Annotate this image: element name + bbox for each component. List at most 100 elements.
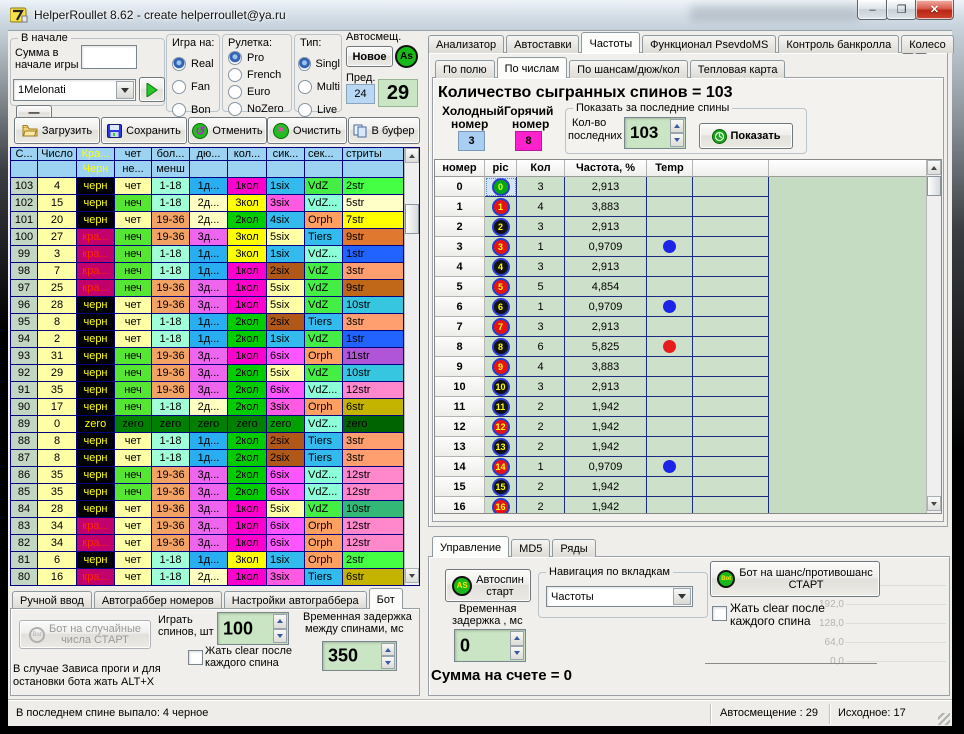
column-header[interactable]: сик... — [267, 148, 305, 161]
scroll-thumb[interactable] — [927, 176, 941, 196]
number-pic-cell[interactable]: 13 — [485, 437, 517, 457]
tab-автоставки[interactable]: Автоставки — [506, 35, 579, 53]
chance-bot-start-button[interactable]: Bot Бот на шанс/противошансСТАРТ — [710, 561, 880, 597]
radio-euro[interactable] — [228, 85, 242, 99]
load-button[interactable]: Загрузить — [14, 117, 100, 144]
radio-pro[interactable] — [228, 51, 242, 65]
play-button[interactable] — [139, 77, 165, 102]
tab-контроль-банкролла[interactable]: Контроль банкролла — [778, 35, 899, 53]
scroll-thumb[interactable] — [405, 204, 419, 234]
column-header[interactable]: С... — [11, 148, 38, 161]
tab-настройки-автограббера[interactable]: Настройки автограббера — [224, 591, 367, 609]
scroll-up-arrow[interactable] — [927, 160, 941, 175]
subtab-по-шансам-дюж-кол[interactable]: По шансам/дюж/кол — [569, 60, 688, 78]
tab-бот[interactable]: Бот — [369, 588, 403, 609]
spins-table-scrollbar[interactable] — [404, 148, 419, 585]
scroll-up-arrow[interactable] — [405, 148, 419, 163]
stepper-down[interactable] — [670, 133, 684, 147]
tab-navigation-arrow[interactable] — [673, 588, 691, 605]
number-pic-cell[interactable]: 15 — [485, 477, 517, 497]
column-header[interactable]: Число — [38, 148, 77, 161]
close-button[interactable]: ✕ — [915, 0, 954, 20]
number-pic-cell[interactable]: 7 — [485, 317, 517, 337]
start-sum-input[interactable] — [81, 45, 137, 69]
number-pic-cell[interactable]: 12 — [485, 417, 517, 437]
column-header[interactable]: бол... — [152, 148, 190, 161]
number-pic-cell[interactable]: 11 — [485, 397, 517, 417]
stepper-down[interactable] — [381, 656, 395, 669]
column-header[interactable]: Частота, % — [565, 160, 647, 177]
stepper-up[interactable] — [273, 614, 287, 629]
frequency-table-scrollbar[interactable] — [926, 160, 941, 513]
stepper-up[interactable] — [381, 643, 395, 656]
tab-md5[interactable]: MD5 — [511, 539, 550, 557]
tab-ручной-ввод[interactable]: Ручной ввод — [12, 591, 92, 609]
column-header[interactable]: дю... — [190, 148, 228, 161]
subtab-по-числам[interactable]: По числам — [497, 57, 568, 78]
scroll-down-arrow[interactable] — [405, 568, 419, 583]
subtab-по-полю[interactable]: По полю — [435, 60, 495, 78]
tab-автограббер-номеров[interactable]: Автограббер номеров — [94, 591, 222, 609]
delay-between-stepper[interactable]: 350 — [322, 641, 397, 671]
number-pic-cell[interactable]: 8 — [485, 337, 517, 357]
number-pic-cell[interactable]: 1 — [485, 197, 517, 217]
maximize-button[interactable]: ❐ — [886, 0, 917, 20]
number-pic-cell[interactable]: 14 — [485, 457, 517, 477]
number-pic-cell[interactable]: 5 — [485, 277, 517, 297]
column-header[interactable] — [693, 160, 769, 177]
radio-bon[interactable] — [172, 103, 186, 117]
save-button[interactable]: Сохранить — [101, 117, 187, 144]
column-header[interactable]: Кол — [517, 160, 565, 177]
tab-navigation-combobox[interactable]: Частоты — [546, 586, 693, 607]
scroll-down-arrow[interactable] — [927, 496, 941, 511]
number-pic-cell[interactable]: 3 — [485, 237, 517, 257]
clear-after-spin-checkbox[interactable] — [188, 650, 203, 665]
tab-ряды[interactable]: Ряды — [552, 539, 595, 557]
stepper-up[interactable] — [670, 119, 684, 133]
subtab-тепловая-карта[interactable]: Тепловая карта — [690, 60, 786, 78]
show-button[interactable]: Показать — [699, 123, 793, 149]
number-pic-cell[interactable]: 9 — [485, 357, 517, 377]
preset-combobox[interactable]: 1Melonati — [13, 79, 136, 101]
play-spins-stepper[interactable]: 100 — [217, 612, 289, 645]
stepper-down[interactable] — [510, 646, 524, 661]
number-pic-cell[interactable]: 6 — [485, 297, 517, 317]
delay-stepper[interactable]: 0 — [454, 629, 526, 662]
stepper-down[interactable] — [273, 629, 287, 644]
clear-button[interactable]: ✶ Очистить — [267, 117, 347, 144]
autospin-start-button[interactable]: AS Автоспинстарт — [445, 569, 531, 602]
resize-grip[interactable] — [938, 713, 950, 725]
radio-live[interactable] — [298, 103, 312, 117]
radio-singl[interactable] — [298, 57, 311, 71]
column-header[interactable]: сек... — [305, 148, 343, 161]
minimize-button[interactable]: – — [857, 0, 888, 20]
column-header[interactable]: стриты — [343, 148, 404, 161]
radio-fan[interactable] — [172, 80, 186, 94]
tab-частоты[interactable]: Частоты — [581, 32, 640, 53]
preset-combobox-arrow[interactable] — [116, 81, 134, 99]
radio-nozero[interactable] — [228, 102, 242, 116]
column-header[interactable]: кол... — [228, 148, 267, 161]
radio-french[interactable] — [228, 68, 242, 82]
number-pic-cell[interactable]: 10 — [485, 377, 517, 397]
radio-multi[interactable] — [298, 80, 312, 94]
column-header[interactable]: чет — [115, 148, 152, 161]
clear-after-spin-checkbox[interactable] — [712, 606, 727, 621]
last-spins-stepper[interactable]: 103 — [624, 117, 686, 149]
title-bar[interactable]: HelperRoullet 8.62 - create helperroulle… — [0, 0, 964, 31]
column-header[interactable]: pic — [485, 160, 517, 177]
undo-button[interactable]: ↺ Отменить — [188, 117, 267, 144]
column-header[interactable]: Кра... — [77, 148, 115, 161]
number-pic-cell[interactable]: 16 — [485, 497, 517, 514]
new-button[interactable]: Новое — [346, 46, 393, 67]
tab-управление[interactable]: Управление — [432, 536, 509, 557]
number-pic-cell[interactable]: 4 — [485, 257, 517, 277]
number-pic-cell[interactable]: 0 — [485, 177, 517, 197]
tab-функционал-psevdoms[interactable]: Функционал PsevdoMS — [642, 35, 776, 53]
tab-колесо[interactable]: Колесо — [901, 35, 954, 53]
number-pic-cell[interactable]: 2 — [485, 217, 517, 237]
stepper-up[interactable] — [510, 631, 524, 646]
random-numbers-bot-button[interactable]: Bot Бот на случайныечисла СТАРТ — [19, 620, 151, 649]
column-header[interactable]: номер — [435, 160, 485, 177]
radio-real[interactable] — [172, 57, 186, 71]
